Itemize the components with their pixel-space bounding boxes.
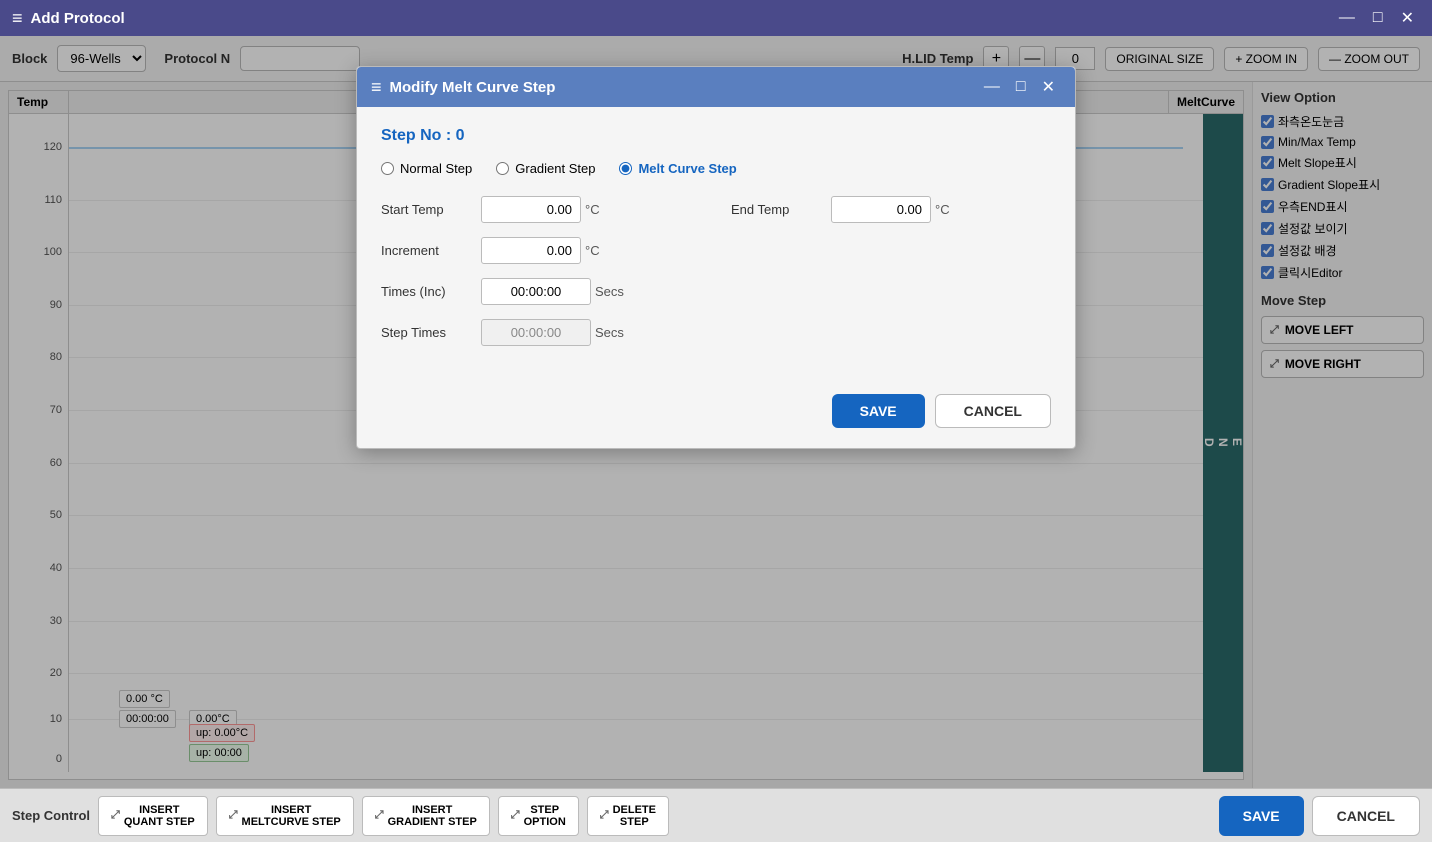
- end-temp-unit: °C: [935, 202, 950, 217]
- increment-row: Increment °C: [381, 237, 701, 264]
- title-bar-icon: ≡: [12, 8, 23, 29]
- delete-step-button[interactable]: ⤢ DELETESTEP: [587, 796, 669, 836]
- modal-overlay: ≡ Modify Melt Curve Step — □ ✕ Step No :…: [0, 36, 1432, 788]
- step-option-button[interactable]: ⤢ STEPOPTION: [498, 796, 579, 836]
- modal-minimize-button[interactable]: —: [978, 75, 1006, 99]
- main-cancel-button[interactable]: CANCEL: [1312, 796, 1420, 836]
- modal-close-button[interactable]: ✕: [1036, 75, 1061, 99]
- increment-input-wrap: °C: [481, 237, 600, 264]
- radio-normal-input[interactable]: [381, 162, 394, 175]
- insert-quant-label: INSERTQUANT STEP: [124, 804, 195, 828]
- radio-gradient-input[interactable]: [496, 162, 509, 175]
- insert-quant-step-button[interactable]: ⤢ INSERTQUANT STEP: [98, 796, 208, 836]
- times-inc-unit: Secs: [595, 284, 624, 299]
- step-times-input: [481, 319, 591, 346]
- start-temp-unit: °C: [585, 202, 600, 217]
- increment-label: Increment: [381, 243, 471, 258]
- modal-cancel-button[interactable]: CANCEL: [935, 394, 1051, 428]
- step-control-bar: Step Control ⤢ INSERTQUANT STEP ⤢ INSERT…: [0, 788, 1432, 842]
- times-inc-input[interactable]: [481, 278, 591, 305]
- radio-gradient-label: Gradient Step: [515, 161, 595, 176]
- modal-title-icon: ≡: [371, 77, 382, 98]
- step-times-unit: Secs: [595, 325, 624, 340]
- times-inc-input-wrap: Secs: [481, 278, 624, 305]
- modal-save-button[interactable]: SAVE: [832, 394, 925, 428]
- modal-title-controls: — □ ✕: [978, 75, 1061, 99]
- insert-meltcurve-label: INSERTMELTCURVE STEP: [242, 804, 341, 828]
- modal-footer: SAVE CANCEL: [357, 382, 1075, 448]
- modal-maximize-button[interactable]: □: [1010, 75, 1032, 99]
- end-temp-input[interactable]: [831, 196, 931, 223]
- delete-step-icon: ⤢: [600, 809, 609, 822]
- step-times-input-wrap: Secs: [481, 319, 624, 346]
- times-inc-row: Times (Inc) Secs: [381, 278, 701, 305]
- radio-group: Normal Step Gradient Step Melt Curve Ste…: [381, 161, 1051, 176]
- close-button[interactable]: ✕: [1395, 6, 1420, 30]
- maximize-button[interactable]: □: [1367, 6, 1389, 30]
- start-temp-row: Start Temp °C: [381, 196, 701, 223]
- radio-melt-curve-label: Melt Curve Step: [638, 161, 736, 176]
- step-times-label: Step Times: [381, 325, 471, 340]
- title-bar: ≡ Add Protocol — □ ✕: [0, 0, 1432, 36]
- main-window-title: Add Protocol: [31, 10, 125, 27]
- end-temp-input-wrap: °C: [831, 196, 950, 223]
- modal-dialog: ≡ Modify Melt Curve Step — □ ✕ Step No :…: [356, 66, 1076, 449]
- insert-gradient-icon: ⤢: [375, 809, 384, 822]
- insert-meltcurve-icon: ⤢: [229, 809, 238, 822]
- insert-quant-icon: ⤢: [111, 809, 120, 822]
- increment-unit: °C: [585, 243, 600, 258]
- end-temp-label: End Temp: [731, 202, 821, 217]
- radio-melt-curve-step[interactable]: Melt Curve Step: [619, 161, 736, 176]
- title-bar-controls: — □ ✕: [1333, 6, 1420, 30]
- modal-title-bar: ≡ Modify Melt Curve Step — □ ✕: [357, 67, 1075, 107]
- radio-gradient-step[interactable]: Gradient Step: [496, 161, 595, 176]
- delete-step-label: DELETESTEP: [613, 804, 656, 828]
- insert-gradient-label: INSERTGRADIENT STEP: [388, 804, 477, 828]
- step-control-label: Step Control: [12, 808, 90, 823]
- modal-body: Step No : 0 Normal Step Gradient Step Me…: [357, 107, 1075, 382]
- start-temp-input[interactable]: [481, 196, 581, 223]
- step-no: Step No : 0: [381, 127, 1051, 145]
- radio-normal-step[interactable]: Normal Step: [381, 161, 472, 176]
- step-option-label: STEPOPTION: [524, 804, 566, 828]
- step-option-icon: ⤢: [511, 809, 520, 822]
- minimize-button[interactable]: —: [1333, 6, 1361, 30]
- start-temp-label: Start Temp: [381, 202, 471, 217]
- main-window: ≡ Add Protocol — □ ✕ Block 96-Wells Prot…: [0, 0, 1432, 842]
- increment-input[interactable]: [481, 237, 581, 264]
- modal-title: Modify Melt Curve Step: [390, 79, 556, 96]
- end-temp-row: End Temp °C: [731, 196, 1051, 223]
- insert-meltcurve-step-button[interactable]: ⤢ INSERTMELTCURVE STEP: [216, 796, 354, 836]
- main-save-button[interactable]: SAVE: [1219, 796, 1304, 836]
- start-temp-input-wrap: °C: [481, 196, 600, 223]
- step-times-row: Step Times Secs: [381, 319, 701, 346]
- times-inc-label: Times (Inc): [381, 284, 471, 299]
- insert-gradient-step-button[interactable]: ⤢ INSERTGRADIENT STEP: [362, 796, 490, 836]
- radio-normal-label: Normal Step: [400, 161, 472, 176]
- radio-melt-curve-input[interactable]: [619, 162, 632, 175]
